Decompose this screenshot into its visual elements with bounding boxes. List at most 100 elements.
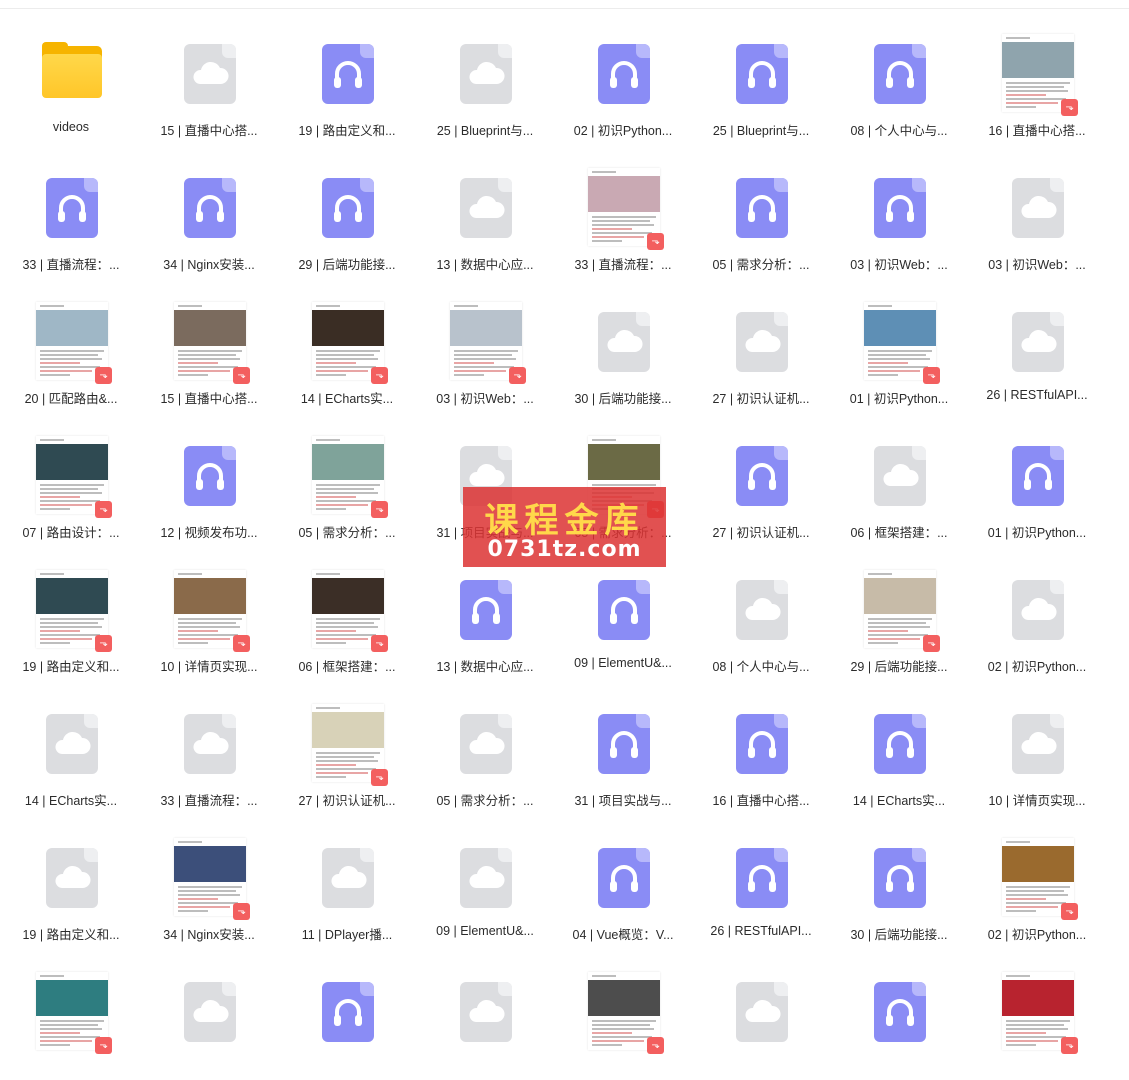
file-item[interactable]: 09 | ElementU&... bbox=[416, 812, 554, 946]
file-item[interactable]: ⬎ 14 | ECharts实... bbox=[278, 276, 416, 410]
pdf-icon: ⬎ bbox=[233, 635, 250, 652]
pdf-icon: ⬎ bbox=[371, 769, 388, 786]
file-item[interactable]: ⬎ 01 | 初识Python... bbox=[830, 276, 968, 410]
file-name: 34 | Nginx安装... bbox=[163, 258, 255, 272]
file-item[interactable]: videos bbox=[2, 8, 140, 142]
file-item[interactable]: ⬎ 03 | 初识Web：... bbox=[416, 276, 554, 410]
file-item[interactable]: ⬎ 27 | 初识认证机... bbox=[278, 678, 416, 812]
pdf-icon: ⬎ bbox=[1061, 99, 1078, 116]
file-item[interactable]: ⬎ 16 | 直播中心搭... bbox=[968, 8, 1106, 142]
file-item[interactable]: ⬎ 33 | 直播流程：... bbox=[554, 142, 692, 276]
file-item[interactable]: 19 | 路由定义和... bbox=[278, 8, 416, 142]
audio-file-icon bbox=[864, 168, 936, 246]
file-item[interactable]: 15 | 直播中心搭... bbox=[140, 8, 278, 142]
file-item[interactable]: 13 | 数据中心应... bbox=[416, 142, 554, 276]
file-item[interactable]: 30 | 后端功能接... bbox=[554, 276, 692, 410]
file-item[interactable]: ⬎ 15 | 直播中心搭... bbox=[140, 276, 278, 410]
file-item[interactable]: ⬎ 29 | 后端功能接... bbox=[830, 544, 968, 678]
file-name: videos bbox=[52, 120, 90, 134]
pdf-thumbnail: ⬎ bbox=[36, 436, 112, 518]
file-item[interactable]: 29 | 后端功能接... bbox=[278, 142, 416, 276]
audio-file-icon bbox=[36, 168, 108, 246]
pdf-icon: ⬎ bbox=[233, 903, 250, 920]
pdf-thumbnail: ⬎ bbox=[174, 570, 250, 652]
file-item[interactable]: 25 | Blueprint与... bbox=[692, 8, 830, 142]
file-item[interactable]: ⬎ 10 | 详情页实现... bbox=[140, 544, 278, 678]
file-item[interactable]: 26 | RESTfulAPI... bbox=[692, 812, 830, 946]
file-item[interactable]: 26 | RESTfulAPI... bbox=[968, 276, 1106, 410]
pdf-thumbnail: ⬎ bbox=[312, 436, 388, 518]
file-item[interactable]: 33 | 直播流程：... bbox=[140, 678, 278, 812]
file-item[interactable]: 14 | ECharts实... bbox=[2, 678, 140, 812]
cloud-file-icon bbox=[174, 704, 246, 782]
file-item[interactable]: 14 | ECharts实... bbox=[830, 678, 968, 812]
file-item[interactable]: 03 | 初识Web：... bbox=[830, 142, 968, 276]
file-name: 31 | 项目实战与... bbox=[574, 794, 672, 808]
file-item[interactable]: 31 | 项目实战与... bbox=[554, 678, 692, 812]
audio-file-icon bbox=[588, 704, 660, 782]
file-item[interactable]: 06 | 框架搭建：... bbox=[830, 410, 968, 544]
file-item[interactable]: 04 | Vue概览：V... bbox=[554, 812, 692, 946]
file-item[interactable]: ⬎ 07 | 路由设计：... bbox=[2, 410, 140, 544]
audio-file-icon bbox=[726, 838, 798, 916]
file-name: 05 | 需求分析：... bbox=[712, 258, 810, 272]
watermark-title: 课程金库 bbox=[484, 501, 645, 541]
file-name: 34 | Nginx安装... bbox=[163, 928, 255, 942]
file-item[interactable]: 34 | Nginx安装... bbox=[140, 142, 278, 276]
file-item[interactable]: ⬎ bbox=[968, 946, 1106, 1080]
file-item[interactable]: 10 | 详情页实现... bbox=[968, 678, 1106, 812]
file-name: 07 | 路由设计：... bbox=[22, 526, 120, 540]
file-item[interactable] bbox=[830, 946, 968, 1080]
file-item[interactable]: ⬎ 19 | 路由定义和... bbox=[2, 544, 140, 678]
file-name: 30 | 后端功能接... bbox=[574, 392, 672, 406]
file-name: 02 | 初识Python... bbox=[987, 660, 1087, 674]
pdf-thumbnail: ⬎ bbox=[1002, 838, 1078, 920]
file-item[interactable]: ⬎ 06 | 框架搭建：... bbox=[278, 544, 416, 678]
file-item[interactable]: 08 | 个人中心与... bbox=[830, 8, 968, 142]
file-name: 06 | 框架搭建：... bbox=[850, 526, 948, 540]
pdf-icon: ⬎ bbox=[95, 367, 112, 384]
file-item[interactable]: 30 | 后端功能接... bbox=[830, 812, 968, 946]
file-item[interactable]: ⬎ 20 | 匹配路由&... bbox=[2, 276, 140, 410]
watermark: 课程金库 0731tz.com bbox=[463, 487, 666, 567]
file-name: 11 | DPlayer播... bbox=[301, 928, 393, 942]
file-item[interactable]: 03 | 初识Web：... bbox=[968, 142, 1106, 276]
file-item[interactable]: ⬎ bbox=[554, 946, 692, 1080]
file-item[interactable]: ⬎ bbox=[2, 946, 140, 1080]
file-item[interactable]: 19 | 路由定义和... bbox=[2, 812, 140, 946]
file-item[interactable]: 33 | 直播流程：... bbox=[2, 142, 140, 276]
file-item[interactable] bbox=[278, 946, 416, 1080]
file-item[interactable]: 25 | Blueprint与... bbox=[416, 8, 554, 142]
pdf-thumbnail: ⬎ bbox=[588, 168, 664, 250]
pdf-thumbnail: ⬎ bbox=[450, 302, 526, 384]
file-item[interactable]: 01 | 初识Python... bbox=[968, 410, 1106, 544]
file-item[interactable]: 16 | 直播中心搭... bbox=[692, 678, 830, 812]
file-item[interactable]: ⬎ 34 | Nginx安装... bbox=[140, 812, 278, 946]
file-item[interactable]: ⬎ 05 | 需求分析：... bbox=[278, 410, 416, 544]
audio-file-icon bbox=[726, 168, 798, 246]
file-item[interactable]: ⬎ 02 | 初识Python... bbox=[968, 812, 1106, 946]
file-item[interactable]: 08 | 个人中心与... bbox=[692, 544, 830, 678]
audio-file-icon bbox=[588, 570, 660, 648]
file-name: 04 | Vue概览：V... bbox=[572, 928, 674, 942]
file-name: 25 | Blueprint与... bbox=[436, 124, 534, 138]
file-name: 13 | 数据中心应... bbox=[436, 258, 534, 272]
file-item[interactable] bbox=[416, 946, 554, 1080]
audio-file-icon bbox=[588, 34, 660, 112]
file-item[interactable]: 27 | 初识认证机... bbox=[692, 410, 830, 544]
file-item[interactable]: 05 | 需求分析：... bbox=[692, 142, 830, 276]
file-item[interactable]: 02 | 初识Python... bbox=[968, 544, 1106, 678]
file-item[interactable]: 27 | 初识认证机... bbox=[692, 276, 830, 410]
file-name: 02 | 初识Python... bbox=[987, 928, 1087, 942]
file-name: 27 | 初识认证机... bbox=[298, 794, 396, 808]
file-item[interactable]: 05 | 需求分析：... bbox=[416, 678, 554, 812]
file-item[interactable]: 11 | DPlayer播... bbox=[278, 812, 416, 946]
audio-file-icon bbox=[174, 436, 246, 514]
file-item[interactable] bbox=[692, 946, 830, 1080]
cloud-file-icon bbox=[36, 838, 108, 916]
file-item[interactable] bbox=[140, 946, 278, 1080]
pdf-thumbnail: ⬎ bbox=[36, 972, 112, 1054]
file-item[interactable]: 12 | 视频发布功... bbox=[140, 410, 278, 544]
file-item[interactable]: 02 | 初识Python... bbox=[554, 8, 692, 142]
pdf-thumbnail: ⬎ bbox=[312, 302, 388, 384]
